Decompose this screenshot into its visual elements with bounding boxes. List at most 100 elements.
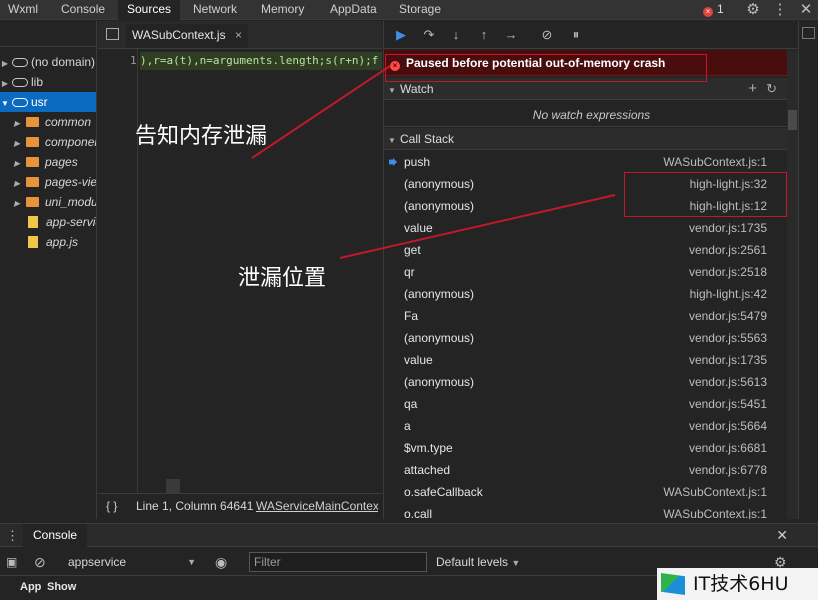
- scroll-thumb[interactable]: [788, 110, 797, 130]
- pretty-print-icon[interactable]: { }: [106, 494, 117, 518]
- frame-location[interactable]: vendor.js:5479: [689, 305, 767, 327]
- frame-location[interactable]: vendor.js:5664: [689, 415, 767, 437]
- tree-item-uni-modules[interactable]: ▶ uni_modu: [0, 192, 96, 212]
- frame-function-name: a: [404, 419, 411, 433]
- frame-function-name: o.safeCallback: [404, 485, 483, 499]
- tree-item-pages[interactable]: ▶ pages: [0, 152, 96, 172]
- frame-location[interactable]: vendor.js:1735: [689, 349, 767, 371]
- deactivate-breakpoints-icon[interactable]: ⊘: [538, 26, 556, 44]
- clear-console-icon[interactable]: ⊘: [34, 548, 46, 576]
- eye-icon[interactable]: ◉: [215, 548, 227, 576]
- log-levels-select[interactable]: Default levels ▼: [436, 548, 520, 576]
- callstack-frame[interactable]: a vendor.js:5664: [384, 415, 784, 437]
- editor-tab-wasubcontext[interactable]: WASubContext.js ×: [126, 24, 248, 48]
- tab-sources[interactable]: Sources: [118, 0, 180, 20]
- callstack-frame[interactable]: o.safeCallback WASubContext.js:1: [384, 481, 784, 503]
- close-tab-icon[interactable]: ×: [235, 28, 242, 42]
- tree-item-app-service[interactable]: app-servic: [0, 212, 97, 232]
- callstack-frame[interactable]: qa vendor.js:5451: [384, 393, 784, 415]
- line-number: 1: [130, 54, 137, 67]
- callstack-frame[interactable]: $vm.type vendor.js:6681: [384, 437, 784, 459]
- callstack-frame[interactable]: push WASubContext.js:1: [384, 151, 784, 173]
- no-watch-message: No watch expressions: [384, 103, 798, 127]
- caret-right-icon: ▶: [1, 79, 9, 88]
- frame-location[interactable]: vendor.js:6778: [689, 459, 767, 481]
- callstack-frame[interactable]: attached vendor.js:6778: [384, 459, 784, 481]
- callstack-frame[interactable]: value vendor.js:1735: [384, 349, 784, 371]
- step-into-icon[interactable]: ↓: [447, 26, 465, 44]
- callstack-frame[interactable]: Fa vendor.js:5479: [384, 305, 784, 327]
- frame-location[interactable]: vendor.js:5563: [689, 327, 767, 349]
- frame-location[interactable]: WASubContext.js:1: [663, 481, 767, 503]
- callstack-frame[interactable]: (anonymous) vendor.js:5613: [384, 371, 784, 393]
- toggle-navigator-icon[interactable]: [106, 28, 119, 40]
- frame-location[interactable]: high-light.js:42: [690, 283, 767, 305]
- editor-scroll-thumb[interactable]: [166, 479, 180, 493]
- source-map-link[interactable]: WAServiceMainContex: [256, 494, 378, 518]
- callstack-frame[interactable]: o.call WASubContext.js:1: [384, 503, 784, 519]
- debugger-scrollbar[interactable]: [787, 50, 798, 519]
- more-vertical-icon[interactable]: ⋮: [771, 1, 789, 19]
- toggle-debugger-icon[interactable]: [802, 27, 815, 39]
- frame-location[interactable]: WASubContext.js:1: [663, 503, 767, 519]
- caret-down-icon: ▼: [388, 86, 396, 95]
- log-levels-value: Default levels: [436, 555, 509, 569]
- frame-location[interactable]: vendor.js:6681: [689, 437, 767, 459]
- tree-item-label: app.js: [46, 235, 79, 249]
- close-icon[interactable]: ✕: [797, 1, 815, 19]
- refresh-icon[interactable]: ↻: [766, 78, 777, 100]
- callstack-section-header[interactable]: ▼ Call Stack: [384, 128, 798, 150]
- frame-function-name: (anonymous): [404, 287, 475, 301]
- frame-function-name: (anonymous): [404, 331, 475, 345]
- tree-item-components[interactable]: ▶ componer: [0, 132, 96, 152]
- pause-on-exceptions-icon[interactable]: ⏸: [567, 26, 585, 44]
- tab-network[interactable]: Network: [188, 0, 244, 20]
- step-over-icon[interactable]: ↷: [420, 26, 438, 44]
- context-select[interactable]: appservice ▼: [68, 548, 200, 576]
- frame-location[interactable]: vendor.js:2561: [689, 239, 767, 261]
- step-out-icon[interactable]: ↑: [475, 26, 493, 44]
- close-drawer-icon[interactable]: ✕: [776, 527, 788, 544]
- callstack-frame[interactable]: value vendor.js:1735: [384, 217, 784, 239]
- tree-item-pages-view[interactable]: ▶ pages-viev: [0, 172, 96, 192]
- tree-item-no-domain[interactable]: ▶ (no domain): [0, 52, 96, 72]
- drawer-tab-console[interactable]: Console: [23, 524, 88, 547]
- navigator-header: [0, 21, 96, 47]
- filter-input[interactable]: Filter: [249, 552, 427, 572]
- step-icon[interactable]: →: [502, 26, 520, 44]
- frame-location[interactable]: vendor.js:1735: [689, 217, 767, 239]
- tree-item-usr[interactable]: ▼ usr: [0, 92, 96, 112]
- add-watch-icon[interactable]: +: [748, 78, 757, 100]
- console-show[interactable]: Show: [47, 578, 76, 596]
- error-count-badge[interactable]: × 1: [703, 0, 724, 20]
- resume-icon[interactable]: ▶: [392, 26, 410, 44]
- callstack-frame[interactable]: (anonymous) high-light.js:42: [384, 283, 784, 305]
- gear-icon[interactable]: ⚙: [744, 1, 762, 19]
- console-sidebar-icon[interactable]: ▣: [6, 548, 17, 576]
- frame-location[interactable]: vendor.js:2518: [689, 261, 767, 283]
- frame-location[interactable]: vendor.js:5613: [689, 371, 767, 393]
- frame-function-name: qa: [404, 397, 418, 411]
- error-icon: ×: [703, 7, 713, 17]
- tree-item-common[interactable]: ▶ common: [0, 112, 96, 132]
- editor-tab-strip: WASubContext.js ×: [98, 21, 382, 49]
- tree-item-app-js[interactable]: app.js: [0, 232, 96, 252]
- frame-location[interactable]: WASubContext.js:1: [663, 151, 767, 173]
- code-line[interactable]: 1 ),r=a(t),n=arguments.length;s(r+n);f: [98, 52, 382, 70]
- tab-wxml[interactable]: Wxml: [4, 0, 42, 20]
- tab-memory[interactable]: Memory: [256, 0, 314, 20]
- callstack-frame[interactable]: (anonymous) vendor.js:5563: [384, 327, 784, 349]
- tab-console[interactable]: Console: [56, 0, 110, 20]
- frame-location[interactable]: vendor.js:5451: [689, 393, 767, 415]
- frame-function-name: o.call: [404, 507, 433, 519]
- frame-function-name: (anonymous): [404, 177, 475, 191]
- tree-item-label: pages: [45, 155, 78, 169]
- tree-item-label: app-servic: [46, 215, 97, 229]
- callstack-frame[interactable]: get vendor.js:2561: [384, 239, 784, 261]
- more-vertical-icon[interactable]: ⋮: [6, 528, 19, 544]
- tab-appdata[interactable]: AppData: [324, 0, 386, 20]
- tab-storage[interactable]: Storage: [394, 0, 450, 20]
- tree-item-lib[interactable]: ▶ lib: [0, 72, 96, 92]
- callstack-frame[interactable]: qr vendor.js:2518: [384, 261, 784, 283]
- code-text[interactable]: ),r=a(t),n=arguments.length;s(r+n);f: [140, 52, 382, 70]
